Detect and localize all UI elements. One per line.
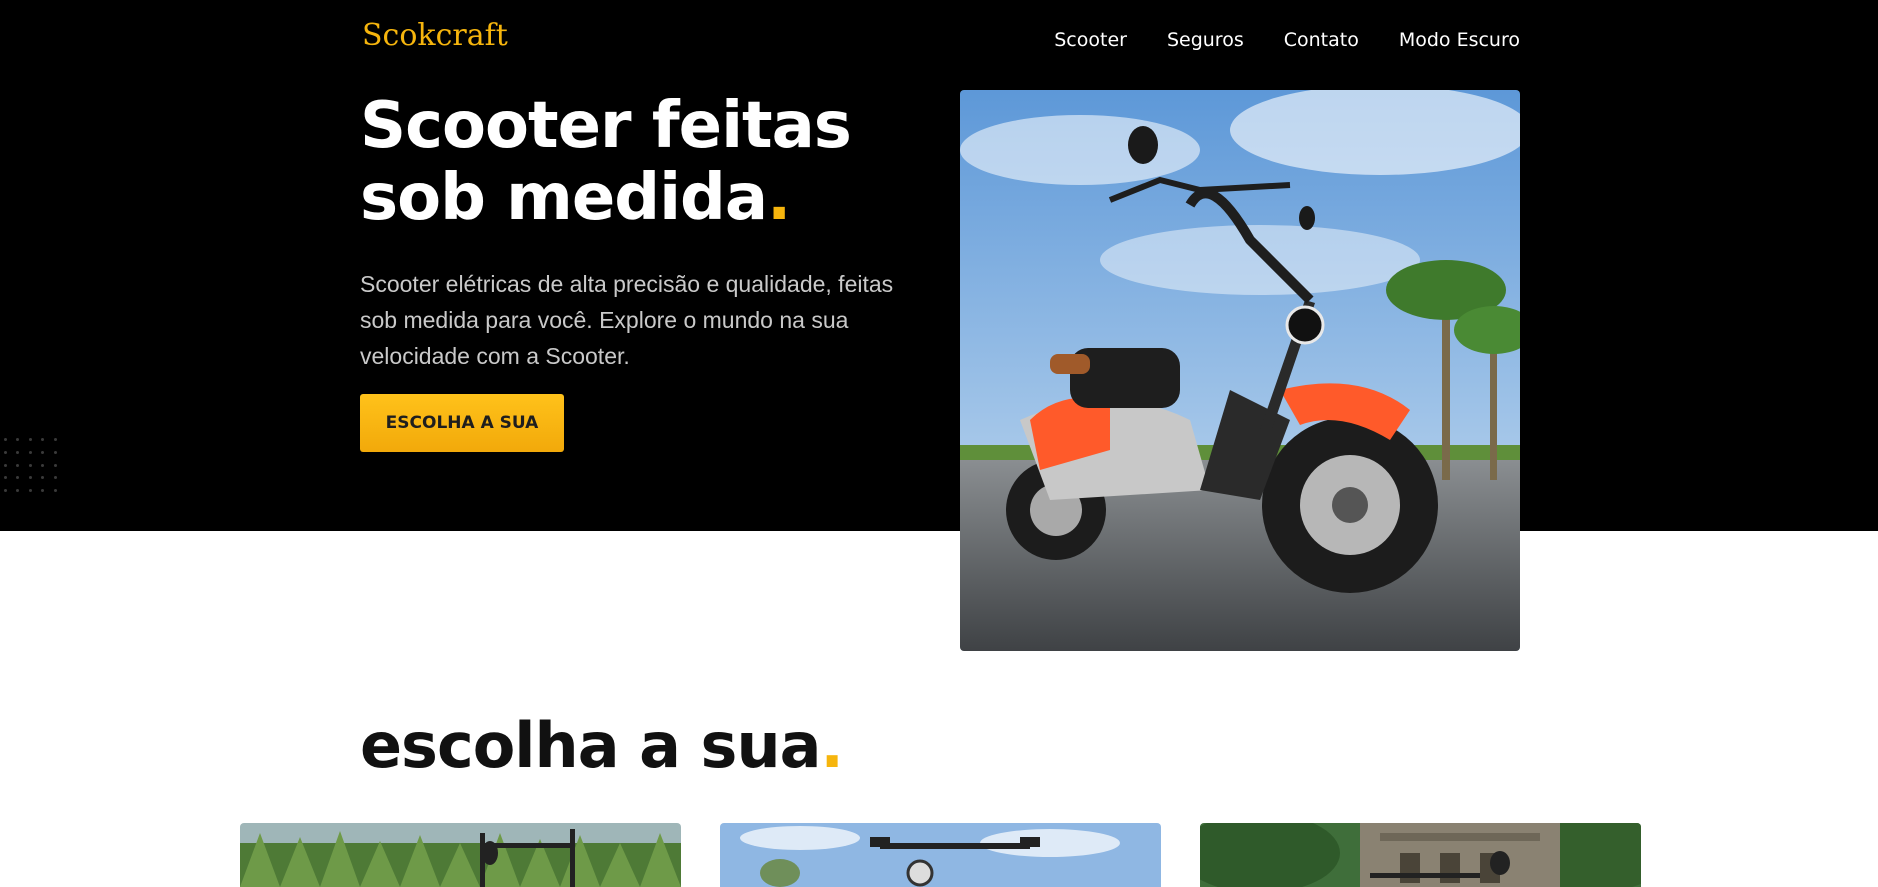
nav-link-dark-mode[interactable]: Modo Escuro — [1399, 29, 1520, 51]
hero-title: Scooter feitas sob medida. — [360, 90, 920, 234]
section-title-text: escolha a sua — [360, 709, 821, 782]
nav-link-seguros[interactable]: Seguros — [1167, 29, 1244, 51]
product-card-image-2[interactable] — [720, 823, 1161, 887]
hero-title-dot: . — [767, 161, 791, 235]
decorative-dot-grid — [4, 438, 58, 494]
nav-link-contato[interactable]: Contato — [1284, 29, 1359, 51]
section-title: escolha a sua. — [360, 706, 844, 786]
product-card-image-1[interactable] — [240, 823, 681, 887]
main-nav: Scooter Seguros Contato Modo Escuro — [1054, 29, 1520, 51]
brand-logo[interactable]: Scokcraft — [362, 18, 508, 53]
hero-description: Scooter elétricas de alta precisão e qua… — [360, 271, 894, 369]
hero-title-line2: sob medida — [360, 161, 768, 235]
section-title-dot: . — [820, 709, 844, 782]
nav-link-scooter[interactable]: Scooter — [1054, 29, 1127, 51]
choose-yours-button[interactable]: ESCOLHA A SUA — [360, 394, 564, 452]
hero-scooter-photo — [960, 90, 1520, 651]
hero-title-line1: Scooter feitas — [360, 89, 852, 163]
hero-section — [0, 0, 1878, 531]
product-card-image-3[interactable] — [1200, 823, 1641, 887]
